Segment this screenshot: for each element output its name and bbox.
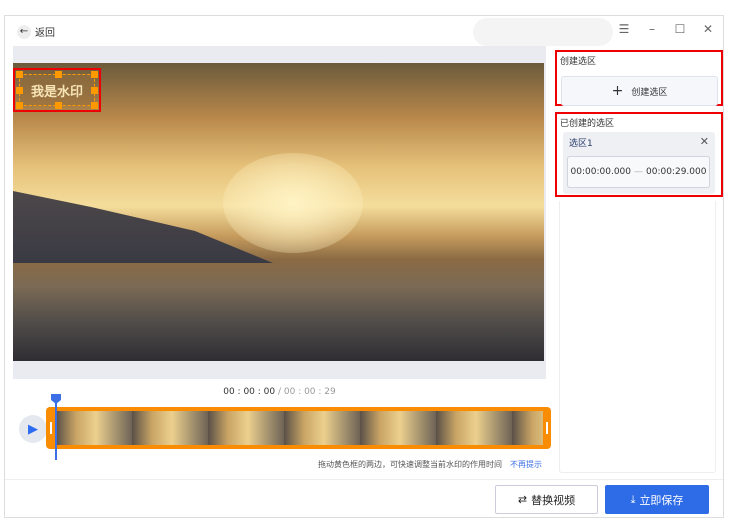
arrow-left-icon: ← (17, 24, 31, 39)
play-icon: ▶ (28, 421, 38, 437)
range-start-handle[interactable] (50, 422, 52, 434)
total-time: 00 : 00 : 29 (283, 387, 336, 397)
timecode: 00 : 00 : 00 / 00 : 00 : 29 (13, 387, 546, 397)
preview-area: 我是水印 (13, 46, 546, 379)
end-time[interactable]: 00:00:29.000 (646, 167, 706, 177)
menu-button[interactable]: ☰ (617, 22, 631, 36)
replace-icon: ⇄ (517, 493, 528, 506)
replace-video-label: 替换视频 (531, 493, 576, 507)
hint-message: 拖动黄色框的两边，可快速调整当前水印的作用时间 (318, 460, 502, 469)
range-end-handle[interactable] (546, 422, 548, 434)
create-selection-section: 创建选区 + 创建选区 (555, 50, 723, 106)
dismiss-hint-link[interactable]: 不再提示 (510, 460, 542, 469)
back-button[interactable]: ← 返回 (17, 24, 55, 39)
resize-handle[interactable] (16, 87, 23, 94)
panel-body (559, 201, 716, 473)
selection-panel: 创建选区 + 创建选区 已创建的选区 选区1 ✕ 00:00:00.000 — 0… (555, 46, 725, 479)
watermark-time-range[interactable] (46, 407, 551, 449)
section-label: 创建选区 (560, 57, 597, 67)
time-separator: / (275, 387, 284, 397)
maximize-button[interactable]: ☐ (673, 22, 687, 36)
close-button[interactable]: ✕ (701, 22, 715, 36)
create-selection-button[interactable]: + 创建选区 (561, 76, 718, 106)
close-icon[interactable]: ✕ (700, 135, 709, 148)
decorative-banner (473, 18, 613, 46)
resize-handle[interactable] (55, 71, 62, 78)
current-time: 00 : 00 : 00 (223, 387, 276, 397)
save-button[interactable]: ⤓ 立即保存 (605, 485, 709, 514)
resize-handle[interactable] (55, 102, 62, 109)
resize-handle[interactable] (16, 102, 23, 109)
title-bar: ← 返回 ☰ – ☐ ✕ (5, 16, 723, 46)
resize-handle[interactable] (16, 71, 23, 78)
back-label: 返回 (35, 28, 55, 39)
create-selection-label: 创建选区 (631, 87, 668, 98)
sun-glow (223, 153, 363, 253)
hint-text: 拖动黄色框的两边，可快速调整当前水印的作用时间 不再提示 (318, 459, 542, 470)
video-preview: 我是水印 (13, 63, 544, 361)
resize-handle[interactable] (91, 102, 98, 109)
watermark-box[interactable]: 我是水印 (13, 68, 101, 112)
start-time[interactable]: 00:00:00.000 (571, 167, 631, 177)
section-label: 已创建的选区 (560, 119, 615, 129)
minimize-button[interactable]: – (645, 22, 659, 36)
range-dash: — (634, 167, 643, 177)
video-thumbnails (56, 411, 543, 445)
time-range-input[interactable]: 00:00:00.000 — 00:00:29.000 (567, 156, 710, 188)
created-selections-section: 已创建的选区 选区1 ✕ 00:00:00.000 — 00:00:29.000 (555, 112, 723, 197)
footer: ⇄ 替换视频 ⤓ 立即保存 (5, 479, 723, 519)
download-icon: ⤓ (630, 492, 636, 506)
replace-video-button[interactable]: ⇄ 替换视频 (495, 485, 598, 514)
plus-icon: + (611, 83, 624, 99)
playhead[interactable] (55, 394, 57, 460)
resize-handle[interactable] (91, 71, 98, 78)
timeline: 00 : 00 : 00 / 00 : 00 : 29 ▶ 拖动黄色框的两边，可… (13, 379, 551, 479)
app-window: ← 返回 ☰ – ☐ ✕ 我是水印 00: 00: 00 / 00: 00… (4, 15, 724, 518)
save-label: 立即保存 (639, 493, 684, 507)
play-button[interactable]: ▶ (19, 415, 47, 443)
selection-item[interactable]: 选区1 ✕ 00:00:00.000 — 00:00:29.000 (563, 132, 715, 194)
resize-handle[interactable] (91, 87, 98, 94)
selection-name: 选区1 (569, 139, 593, 149)
